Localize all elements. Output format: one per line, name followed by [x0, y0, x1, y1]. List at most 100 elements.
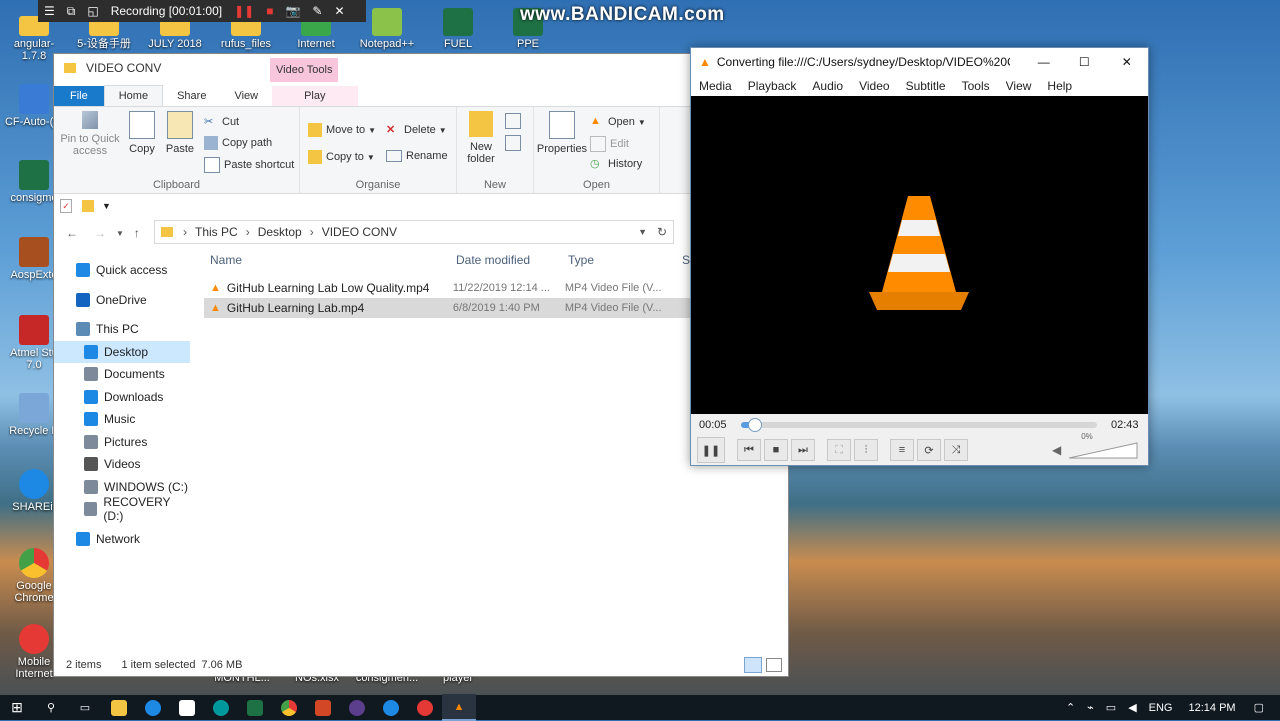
vlc-menu-video[interactable]: Video — [859, 79, 889, 93]
search-button[interactable]: ⚲ — [34, 695, 68, 720]
address-bar[interactable]: › This PC › Desktop › VIDEO CONV ▼ ↻ — [154, 220, 674, 244]
vlc-menu-view[interactable]: View — [1006, 79, 1032, 93]
qat-dropdown-icon[interactable]: ▼ — [102, 201, 111, 211]
new-item-button[interactable] — [505, 113, 525, 129]
fullscreen-button[interactable]: ⛶ — [827, 439, 851, 461]
nav-item-recovery-d[interactable]: RECOVERY (D:) — [54, 495, 190, 523]
back-icon[interactable]: ← — [66, 226, 78, 240]
previous-button[interactable]: ⏮ — [737, 439, 761, 461]
stop-button[interactable]: ■ — [764, 439, 788, 461]
pencil-icon[interactable]: ✎ — [312, 4, 322, 18]
task-view-button[interactable]: ▭ — [68, 695, 102, 720]
vlc-menu-help[interactable]: Help — [1047, 79, 1072, 93]
extended-settings-button[interactable]: ⫶ — [854, 439, 878, 461]
shuffle-button[interactable]: ⤨ — [944, 439, 968, 461]
large-icons-view-icon[interactable] — [766, 658, 782, 672]
forward-icon[interactable]: → — [94, 226, 106, 240]
breadcrumb-desktop[interactable]: Desktop — [258, 225, 302, 239]
clock[interactable]: 12:14 PM — [1189, 702, 1236, 714]
close-icon[interactable]: ✕ — [1106, 55, 1148, 69]
battery-icon[interactable]: ▭ — [1106, 701, 1116, 714]
details-view-icon[interactable] — [744, 657, 762, 673]
refresh-icon[interactable]: ↻ — [657, 225, 667, 239]
tab-share[interactable]: Share — [163, 86, 220, 106]
vlc-menu-playback[interactable]: Playback — [748, 79, 797, 93]
loop-button[interactable]: ⟳ — [917, 439, 941, 461]
notifications-icon[interactable]: ▢ — [1254, 701, 1264, 714]
move-to-button[interactable]: Move to ▼ — [308, 123, 376, 137]
pause-icon[interactable]: ❚❚ — [234, 4, 254, 18]
history-button[interactable]: ◷ History — [590, 157, 642, 171]
column-date-modified[interactable]: Date modified — [456, 253, 568, 267]
taskbar-ie[interactable] — [374, 695, 408, 720]
nav-item-downloads[interactable]: Downloads — [54, 386, 190, 409]
taskbar-eclipse[interactable] — [340, 695, 374, 720]
taskbar-excel[interactable] — [238, 695, 272, 720]
taskbar-dropbox[interactable] — [170, 695, 204, 720]
paste-shortcut-button[interactable]: Paste shortcut — [204, 157, 294, 173]
maximize-icon[interactable]: ☐ — [1063, 55, 1105, 69]
vlc-menu-media[interactable]: Media — [699, 79, 732, 93]
address-dropdown-icon[interactable]: ▼ — [638, 227, 647, 237]
playlist-button[interactable]: ≡ — [890, 439, 914, 461]
minimize-icon[interactable]: — — [1024, 55, 1063, 69]
properties-button[interactable]: Properties — [536, 111, 588, 155]
tab-file[interactable]: File — [54, 86, 104, 106]
cut-button[interactable]: ✂ Cut — [204, 115, 239, 129]
nav-item-documents[interactable]: Documents — [54, 363, 190, 386]
next-button[interactable]: ⏭ — [791, 439, 815, 461]
breadcrumb-this-pc[interactable]: This PC — [195, 225, 238, 239]
taskbar-explorer[interactable] — [102, 695, 136, 720]
copy-path-button[interactable]: Copy path — [204, 136, 272, 150]
copy-button[interactable]: Copy — [124, 111, 160, 155]
target-icon[interactable]: ◱ — [87, 4, 98, 18]
tab-play[interactable]: Play — [272, 86, 358, 106]
desktop-icon-fuel[interactable]: FUEL — [426, 8, 490, 50]
pin-to-quick-access-button[interactable]: Pin to Quick access — [58, 111, 122, 157]
up-icon[interactable]: ↑ — [134, 226, 140, 240]
speaker-icon[interactable]: ◀ — [1052, 443, 1061, 457]
vlc-menu-audio[interactable]: Audio — [812, 79, 843, 93]
open-button[interactable]: ▲ Open ▼ — [590, 115, 646, 129]
copy-to-button[interactable]: Copy to ▼ — [308, 150, 375, 164]
vlc-menu-tools[interactable]: Tools — [962, 79, 990, 93]
paste-button[interactable]: Paste — [162, 111, 198, 155]
seek-bar[interactable] — [741, 418, 1097, 432]
new-folder-button[interactable]: New folder — [461, 111, 501, 165]
pause-button[interactable]: ❚❚ — [697, 437, 725, 463]
rename-button[interactable]: Rename — [386, 150, 448, 162]
volume-icon[interactable]: ◀ — [1128, 701, 1136, 714]
volume-slider[interactable]: 0% — [1069, 432, 1139, 459]
start-button[interactable]: ⊞ — [0, 695, 34, 720]
nav-item-music[interactable]: Music — [54, 408, 190, 431]
breadcrumb-video-conv[interactable]: VIDEO CONV — [322, 225, 397, 239]
show-hidden-icons-icon[interactable]: ⌃ — [1066, 701, 1075, 714]
column-name[interactable]: Name — [204, 253, 456, 267]
taskbar-chrome[interactable] — [272, 695, 306, 720]
vlc-menu-subtitle[interactable]: Subtitle — [906, 79, 946, 93]
stop-icon[interactable]: ■ — [266, 4, 273, 18]
taskbar-record[interactable] — [408, 695, 442, 720]
nav-item-desktop[interactable]: Desktop — [54, 340, 190, 363]
nav-item-this-pc[interactable]: This PC — [54, 318, 190, 341]
network-icon[interactable]: ⌁ — [1087, 701, 1094, 714]
nav-item-videos[interactable]: Videos — [54, 453, 190, 476]
delete-button[interactable]: ✕ Delete ▼ — [386, 123, 447, 137]
close-icon[interactable]: ✕ — [334, 4, 344, 18]
column-type[interactable]: Type — [568, 253, 682, 267]
nav-item-quick-access[interactable]: Quick access — [54, 259, 190, 282]
taskbar-vlc[interactable]: ▲ — [442, 694, 476, 721]
camera-icon[interactable]: 📷 — [285, 4, 300, 18]
nav-item-network[interactable]: Network — [54, 528, 190, 551]
input-language[interactable]: ENG — [1149, 702, 1173, 714]
properties-qat-icon[interactable]: ✓ — [60, 199, 72, 213]
vlc-video-area[interactable] — [691, 96, 1148, 414]
tab-home[interactable]: Home — [103, 85, 164, 106]
taskbar-arduino[interactable] — [204, 695, 238, 720]
new-folder-qat-icon[interactable] — [82, 200, 94, 212]
tab-view[interactable]: View — [220, 86, 272, 106]
seek-handle[interactable] — [748, 418, 763, 432]
menu-icon[interactable]: ☰ — [44, 4, 55, 18]
easy-access-button[interactable] — [505, 135, 525, 151]
nav-item-pictures[interactable]: Pictures — [54, 431, 190, 454]
